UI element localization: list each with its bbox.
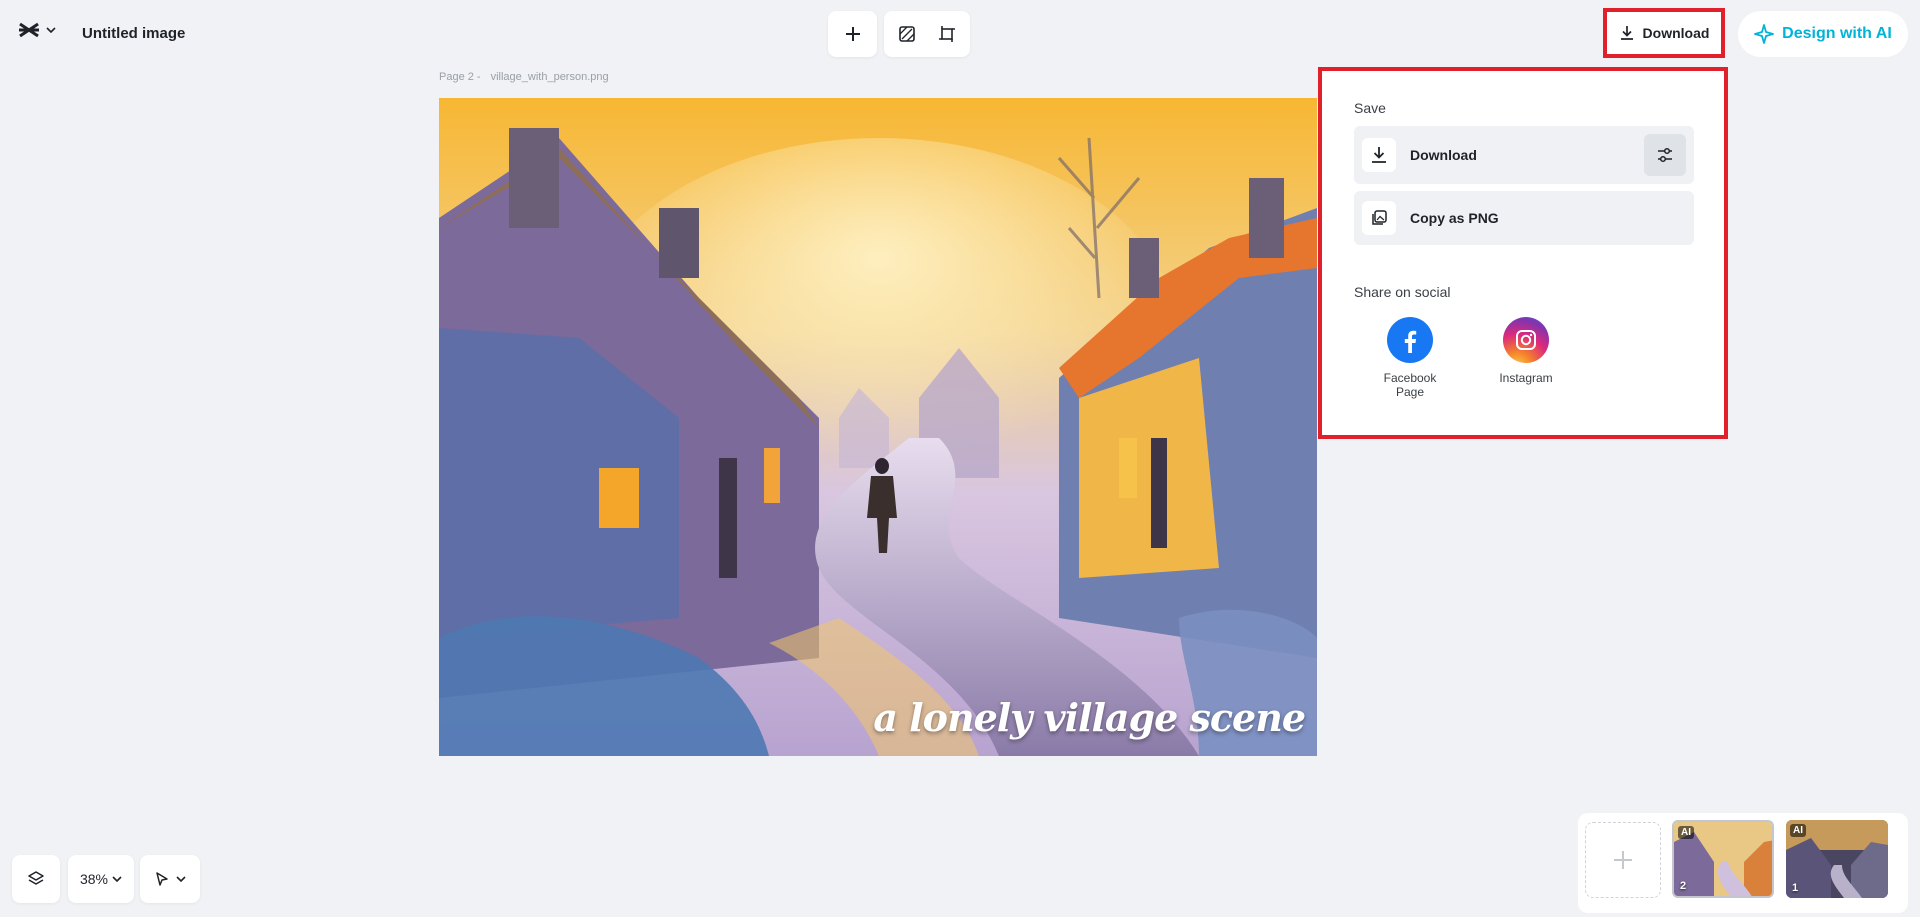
page-thumbnail-2[interactable]: AI 2 (1672, 820, 1774, 898)
share-facebook-page[interactable]: Facebook Page (1370, 317, 1450, 399)
page-thumbnail-1[interactable]: AI 1 (1786, 820, 1888, 898)
zoom-level-value: 38% (79, 871, 109, 887)
facebook-page-label: Facebook Page (1383, 371, 1437, 399)
resize-icon (939, 26, 955, 42)
copy-option-label: Copy as PNG (1410, 210, 1499, 226)
design-with-ai-label: Design with AI (1782, 25, 1892, 42)
background-icon (899, 26, 915, 42)
design-with-ai-button[interactable]: Design with AI (1738, 11, 1908, 57)
instagram-icon (1503, 317, 1549, 363)
ai-badge: AI (1678, 826, 1694, 839)
download-option[interactable]: Download (1354, 126, 1694, 184)
save-section-title: Save (1354, 100, 1386, 116)
pointer-tool-dropdown[interactable] (140, 855, 200, 903)
share-instagram[interactable]: Instagram (1486, 317, 1566, 385)
add-element-group (828, 11, 877, 57)
ai-badge: AI (1790, 824, 1806, 837)
pointer-icon (156, 872, 168, 886)
page-number: 2 (1680, 880, 1687, 892)
layers-button[interactable] (12, 855, 60, 903)
download-icon (1620, 26, 1633, 40)
plus-icon (845, 27, 860, 41)
ai-sparkle-icon (1754, 24, 1775, 44)
add-page-button[interactable] (1585, 822, 1661, 898)
layers-icon (28, 871, 44, 885)
page-number: 1 (1792, 882, 1799, 894)
download-button[interactable]: Download (1603, 8, 1725, 58)
zoom-level-dropdown[interactable]: 38% (68, 855, 134, 903)
download-panel: Save Download Copy as PNG Share on socia… (1318, 67, 1728, 439)
canvas-tools-group (884, 11, 970, 57)
share-section-title: Share on social (1354, 284, 1451, 300)
plus-icon (1614, 851, 1632, 869)
image-caption-text[interactable]: a lonely village scene (873, 695, 1306, 740)
background-button[interactable] (894, 21, 920, 47)
copy-image-icon (1372, 210, 1387, 225)
document-title[interactable]: Untitled image (82, 25, 185, 42)
download-icon (1372, 147, 1386, 163)
page-label: Page 2 - village_with_person.png (439, 71, 619, 83)
app-logo-menu[interactable] (18, 22, 56, 38)
download-option-label: Download (1410, 147, 1477, 163)
chevron-down-icon (46, 27, 56, 34)
add-button[interactable] (840, 21, 866, 47)
resize-button[interactable] (934, 21, 960, 47)
file-name-label[interactable]: village_with_person.png (491, 71, 609, 83)
capcut-logo-icon (19, 22, 39, 38)
instagram-label: Instagram (1499, 371, 1553, 385)
chevron-down-icon (176, 876, 186, 883)
canvas-image[interactable]: a lonely village scene (439, 98, 1317, 756)
village-painting (439, 98, 1317, 756)
copy-option-icon-wrap (1362, 201, 1396, 235)
download-button-label: Download (1642, 25, 1710, 41)
sliders-icon (1658, 147, 1672, 163)
download-option-icon-wrap (1362, 138, 1396, 172)
facebook-icon (1387, 317, 1433, 363)
page-number-label: Page 2 - (439, 71, 481, 83)
download-settings-button[interactable] (1644, 134, 1686, 176)
chevron-down-icon (112, 876, 122, 883)
copy-as-png-option[interactable]: Copy as PNG (1354, 191, 1694, 245)
